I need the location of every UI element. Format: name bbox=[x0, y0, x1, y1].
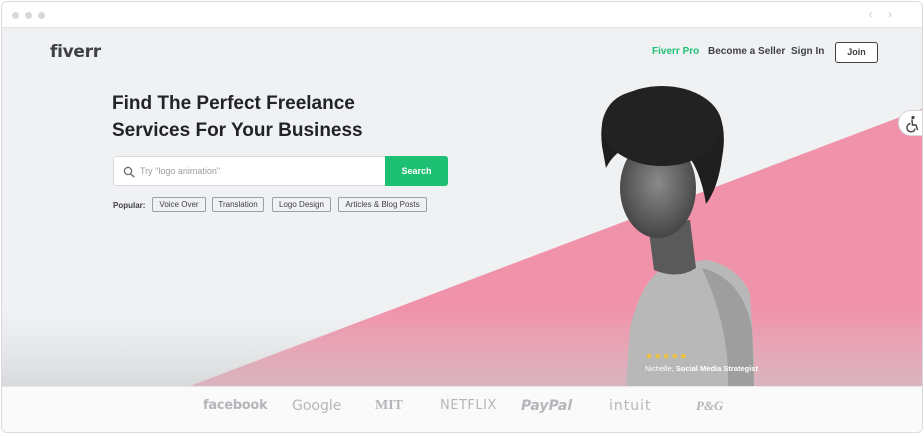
accessibility-icon bbox=[906, 115, 919, 133]
nav-become-seller-link[interactable]: Become a Seller bbox=[708, 46, 785, 57]
popular-tag-articles-blog-posts[interactable]: Articles & Blog Posts bbox=[338, 197, 427, 212]
search-bar: Try "logo animation" Search bbox=[113, 156, 448, 186]
brand-paypal: PayPal bbox=[521, 398, 573, 414]
search-icon bbox=[123, 166, 135, 178]
brand-facebook: facebook bbox=[203, 398, 268, 413]
window-dot-icon[interactable] bbox=[25, 12, 32, 19]
testimonial-role: Social Media Strategist bbox=[675, 364, 758, 373]
hero-section: fiverr Fiverr Pro Become a Seller Sign I… bbox=[2, 28, 922, 386]
search-input[interactable]: Try "logo animation" bbox=[113, 156, 386, 186]
brand-intuit: intuit bbox=[609, 398, 652, 414]
rating-stars-icon: ★★★★★ bbox=[645, 351, 688, 361]
window-dot-icon[interactable] bbox=[12, 12, 19, 19]
popular-tag-translation[interactable]: Translation bbox=[212, 197, 264, 212]
trusted-by-bar: facebook Google MIT NETFLIX PayPal intui… bbox=[2, 386, 922, 432]
hero-headline: Find The Perfect Freelance Services For … bbox=[112, 90, 363, 144]
popular-tag-voice-over[interactable]: Voice Over bbox=[152, 197, 206, 212]
nav-fiverr-pro-link[interactable]: Fiverr Pro bbox=[652, 46, 699, 57]
accessibility-button[interactable] bbox=[898, 110, 922, 136]
browser-window: ‹ › fiverr Fiverr Pro Become a Seller Si… bbox=[1, 1, 923, 433]
hero-headline-line1: Find The Perfect Freelance bbox=[112, 93, 355, 114]
join-button[interactable]: Join bbox=[835, 42, 878, 63]
search-placeholder: Try "logo animation" bbox=[140, 166, 221, 176]
browser-chrome: ‹ › bbox=[2, 2, 922, 28]
hero-headline-line2: Services For Your Business bbox=[112, 120, 363, 141]
popular-tag-logo-design[interactable]: Logo Design bbox=[272, 197, 331, 212]
browser-nav-arrows-icon[interactable]: ‹ › bbox=[869, 7, 898, 21]
search-button[interactable]: Search bbox=[385, 156, 448, 186]
testimonial-name: Nichelle, bbox=[645, 364, 674, 373]
fiverr-logo[interactable]: fiverr bbox=[50, 42, 101, 62]
brand-mit: MIT bbox=[375, 398, 403, 413]
window-dot-icon[interactable] bbox=[38, 12, 45, 19]
nav-sign-in-link[interactable]: Sign In bbox=[791, 46, 824, 57]
brand-netflix: NETFLIX bbox=[440, 398, 497, 413]
brand-pg: P&G bbox=[696, 398, 724, 413]
brand-google: Google bbox=[292, 398, 342, 414]
testimonial-caption: ★★★★★ Nichelle, Social Media Strategist bbox=[645, 351, 758, 373]
popular-label: Popular: bbox=[113, 201, 146, 210]
testimonial-text: Nichelle, Social Media Strategist bbox=[645, 364, 758, 373]
